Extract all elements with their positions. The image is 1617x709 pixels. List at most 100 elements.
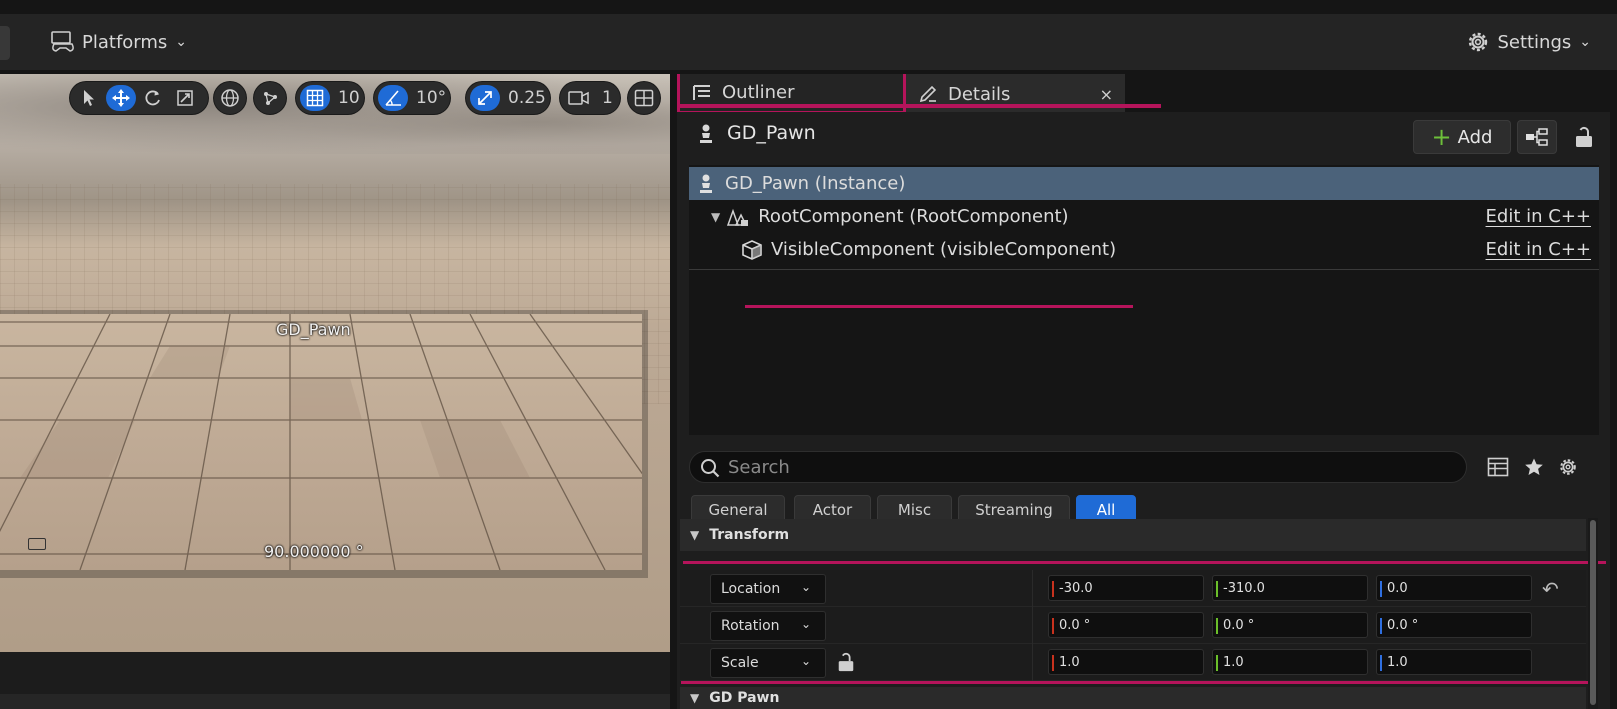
angle-snap-icon[interactable] <box>378 85 408 111</box>
property-matrix-button[interactable] <box>1484 452 1512 482</box>
rotation-dropdown[interactable]: Rotation ⌄ <box>710 611 826 641</box>
grid-snap-icon[interactable] <box>300 85 330 111</box>
chevron-down-icon: ⌄ <box>1579 34 1591 50</box>
settings-button[interactable]: Settings ⌄ <box>1465 24 1591 60</box>
toolbar-stub[interactable] <box>0 26 10 60</box>
location-y-field[interactable]: -310.0 <box>1212 575 1368 601</box>
search-icon <box>701 459 720 478</box>
rotation-snap-value[interactable]: 10° <box>410 88 452 108</box>
grid-snap-value[interactable]: 10 <box>332 88 366 108</box>
z-axis-bar <box>1380 618 1382 634</box>
location-row: Location ⌄ -30.0 -310.0 0.0 ↶ <box>680 570 1586 607</box>
component-row-root[interactable]: ▼ RootComponent (RootComponent) Edit in … <box>689 200 1599 233</box>
location-x-value: -30.0 <box>1059 580 1093 596</box>
rotation-y-field[interactable]: 0.0 ° <box>1212 612 1368 638</box>
y-axis-bar <box>1216 581 1218 597</box>
scale-z-value: 1.0 <box>1387 654 1408 670</box>
component-row-instance[interactable]: GD_Pawn (Instance) <box>689 167 1599 200</box>
details-pencil-icon <box>919 85 937 103</box>
x-axis-bar <box>1052 581 1054 597</box>
main-toolbar: Platforms ⌄ Settings ⌄ <box>0 14 1617 70</box>
add-component-button[interactable]: + Add <box>1413 120 1511 154</box>
select-tool-button[interactable] <box>74 85 104 111</box>
details-search-input[interactable]: Search <box>689 451 1467 483</box>
rotation-snap-group[interactable]: 10° <box>374 82 450 114</box>
viewport-layout-button[interactable] <box>628 82 660 114</box>
rotate-icon <box>145 90 160 106</box>
outliner-list-icon <box>693 84 710 100</box>
blueprint-hierarchy-icon <box>1526 128 1548 146</box>
scale-snap-group[interactable]: 0.25 <box>466 82 550 114</box>
grid-snap-group[interactable]: 10 <box>296 82 364 114</box>
rotation-z-field[interactable]: 0.0 ° <box>1376 612 1532 638</box>
move-tool-button[interactable] <box>106 85 136 111</box>
layout-grid-icon <box>628 85 660 111</box>
location-dropdown[interactable]: Location ⌄ <box>710 574 826 604</box>
favorites-button[interactable] <box>1520 452 1548 482</box>
transform-highlight-line <box>683 561 1606 564</box>
level-viewport[interactable]: GD_Pawn 90.000000 ° 10 10° 0.25 1 <box>0 74 670 652</box>
chevron-down-icon: ⌄ <box>175 34 188 50</box>
scale-z-field[interactable]: 1.0 <box>1376 649 1532 675</box>
pawn-icon <box>700 124 712 143</box>
column-divider <box>1032 607 1033 644</box>
collapse-triangle-icon: ▼ <box>690 528 700 542</box>
location-x-field[interactable]: -30.0 <box>1048 575 1204 601</box>
close-tab-icon[interactable]: × <box>1100 85 1113 104</box>
transform-category-header[interactable]: ▼ Transform <box>680 519 1586 551</box>
component-label: RootComponent (RootComponent) <box>758 206 1069 227</box>
collapse-triangle-icon: ▼ <box>690 691 700 705</box>
location-y-value: -310.0 <box>1223 580 1265 596</box>
scale-snap-icon[interactable] <box>470 85 500 111</box>
scene-component-icon <box>727 208 749 226</box>
add-label: Add <box>1457 126 1493 148</box>
scale-snap-value[interactable]: 0.25 <box>502 88 552 108</box>
details-panel: GD_Pawn + Add GD_Pawn (Instance) ▼ RootC… <box>677 112 1610 709</box>
details-scrollbar[interactable] <box>1588 518 1598 709</box>
transform-highlight-bottom <box>681 681 1589 684</box>
reset-to-default-icon[interactable]: ↶ <box>1542 577 1559 601</box>
scale-x-field[interactable]: 1.0 <box>1048 649 1204 675</box>
x-axis-bar <box>1052 655 1054 671</box>
camera-speed-value[interactable]: 1 <box>596 88 619 108</box>
scrollbar-thumb[interactable] <box>1590 520 1596 705</box>
rotate-tool-button[interactable] <box>138 85 168 111</box>
component-highlight-underline <box>745 305 1133 308</box>
z-axis-bar <box>1380 581 1382 597</box>
scale-tool-button[interactable] <box>170 85 200 111</box>
blueprint-button[interactable] <box>1517 120 1557 154</box>
camera-icon[interactable] <box>564 85 594 111</box>
cursor-icon <box>84 90 94 106</box>
scale-dropdown[interactable]: Scale ⌄ <box>710 648 826 678</box>
details-settings-button[interactable] <box>1554 452 1582 482</box>
gd-pawn-category-header[interactable]: ▼ GD Pawn <box>680 687 1586 709</box>
tab-details-label: Details <box>948 83 1011 105</box>
unlock-icon[interactable] <box>836 652 856 672</box>
component-row-visible[interactable]: VisibleComponent (visibleComponent) Edit… <box>689 233 1599 266</box>
tab-details[interactable]: Details × <box>903 74 1125 114</box>
chevron-down-icon: ⌄ <box>800 617 811 631</box>
edit-in-cpp-link[interactable]: Edit in C++ <box>1486 206 1591 227</box>
actor-label-overlay: GD_Pawn <box>276 320 351 339</box>
column-divider <box>1032 570 1033 607</box>
surface-snap-toggle[interactable] <box>254 82 286 114</box>
location-z-field[interactable]: 0.0 <box>1376 575 1532 601</box>
location-label: Location <box>721 581 781 597</box>
y-axis-bar <box>1216 655 1218 671</box>
gd-pawn-category-label: GD Pawn <box>709 690 780 706</box>
lock-selection-button[interactable] <box>1571 124 1597 150</box>
rotation-x-field[interactable]: 0.0 ° <box>1048 612 1204 638</box>
gamepad-icon <box>51 31 74 52</box>
platforms-button[interactable]: Platforms ⌄ <box>50 24 187 60</box>
expand-triangle-icon[interactable]: ▼ <box>711 210 720 224</box>
tab-outliner[interactable]: Outliner <box>677 74 903 114</box>
scale-y-field[interactable]: 1.0 <box>1212 649 1368 675</box>
gear-icon <box>1469 32 1488 52</box>
title-strip <box>0 0 1617 14</box>
camera-speed-group[interactable]: 1 <box>560 82 620 114</box>
edit-in-cpp-link[interactable]: Edit in C++ <box>1486 239 1591 260</box>
scale-x-value: 1.0 <box>1059 654 1080 670</box>
search-placeholder: Search <box>728 456 790 478</box>
table-icon <box>1487 457 1509 477</box>
world-local-toggle[interactable] <box>214 82 246 114</box>
